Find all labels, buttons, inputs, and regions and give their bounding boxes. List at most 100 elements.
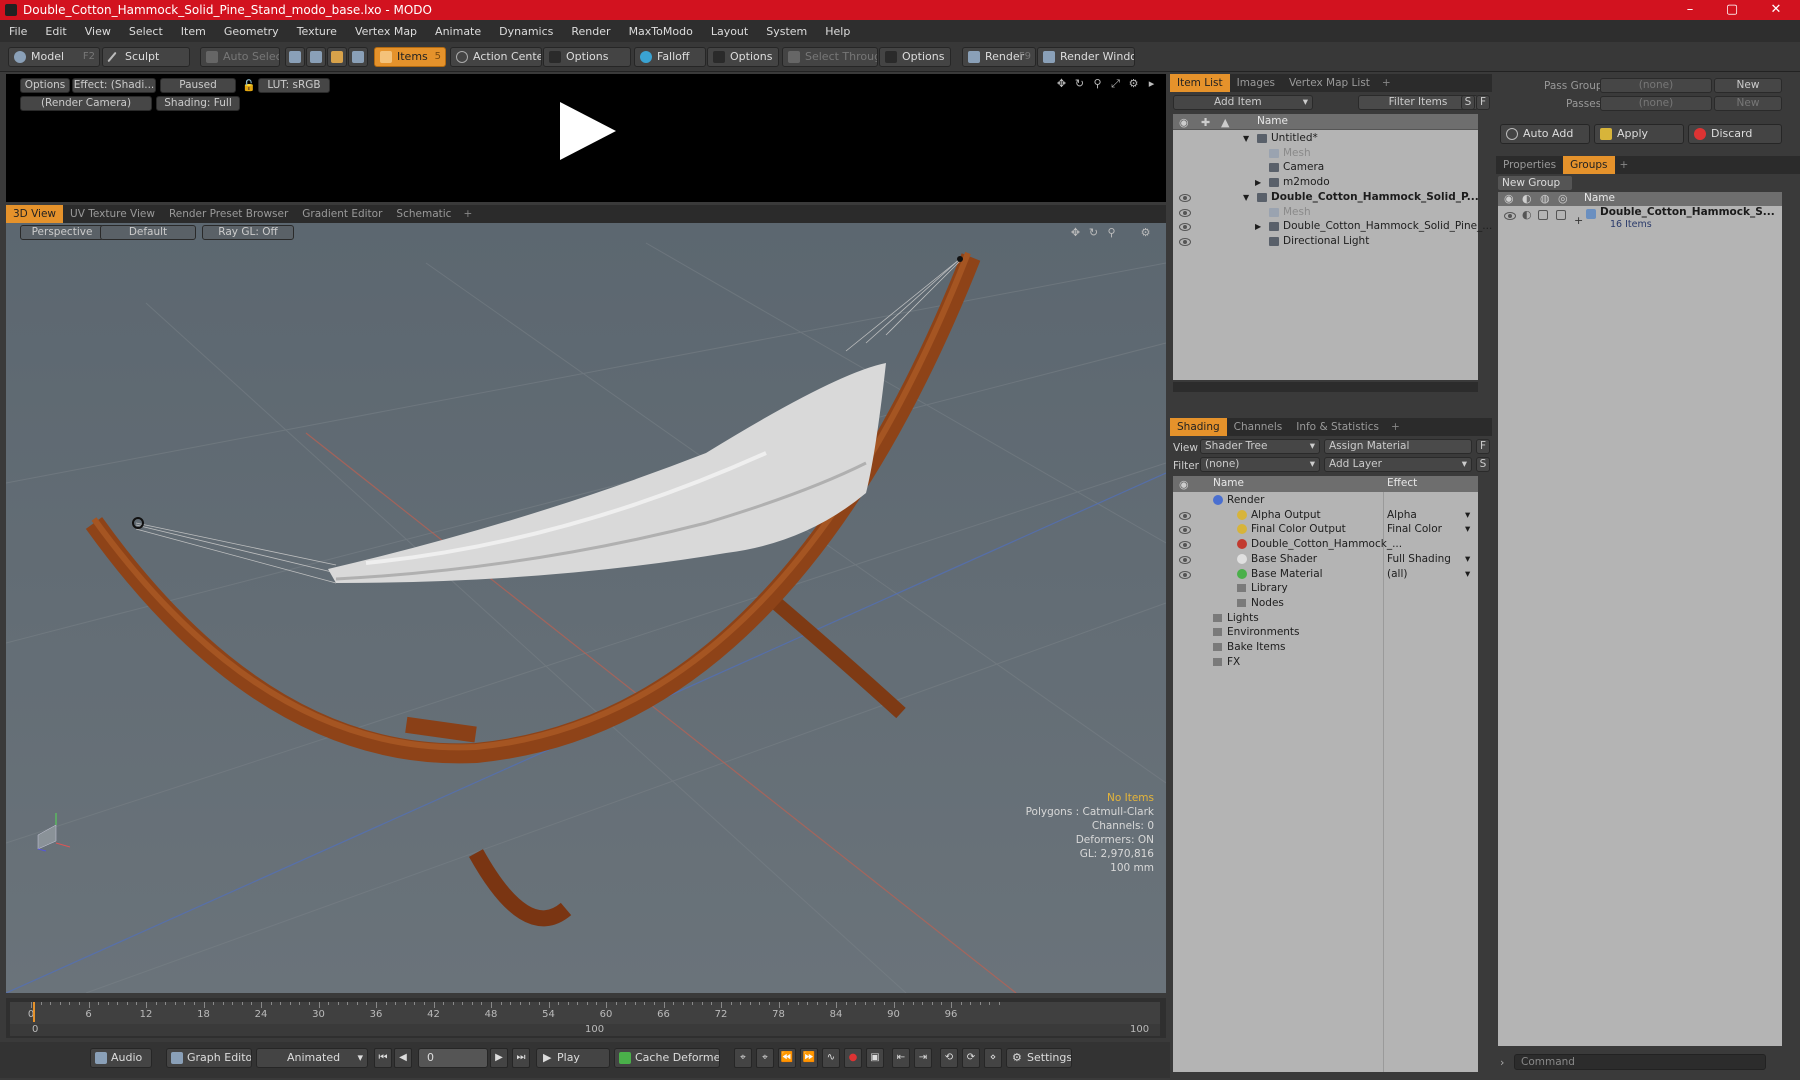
shading-s-button[interactable]: S — [1476, 457, 1490, 472]
timeline[interactable]: 0 6 12 18 24 30 36 42 48 54 60 66 72 78 84 90 96 0 100 1… — [6, 998, 1166, 1038]
materials-mode-button[interactable] — [348, 47, 368, 67]
groups-list[interactable]: ◐ + Double_Cotton_Hammock_S... 16 Items — [1498, 206, 1782, 1046]
preview-effect-dropdown[interactable]: Effect: (Shadi... — [72, 78, 156, 93]
command-input[interactable]: Command — [1514, 1054, 1766, 1070]
menu-render[interactable]: Render — [562, 25, 619, 38]
render-button[interactable]: Render F9 — [962, 47, 1036, 67]
filter-dropdown[interactable]: (none) ▾ — [1200, 457, 1320, 472]
add-tab-icon[interactable]: + — [1615, 159, 1634, 171]
select-through-options-button[interactable]: Options — [879, 47, 951, 67]
tab-gradient-editor[interactable]: Gradient Editor — [295, 205, 389, 223]
tab-groups[interactable]: Groups — [1563, 156, 1615, 174]
auto-key-icon[interactable]: ∿ — [822, 1048, 840, 1068]
render-camera-dropdown[interactable]: (Render Camera) — [20, 96, 152, 111]
maximize-button[interactable]: ▢ — [1712, 0, 1752, 20]
tab-shading[interactable]: Shading — [1170, 418, 1227, 436]
apply-button[interactable]: Apply — [1594, 124, 1684, 144]
move-icon[interactable]: ✥ — [1056, 78, 1067, 89]
menu-vertex-map[interactable]: Vertex Map — [346, 25, 426, 38]
eye-icon[interactable] — [1179, 526, 1191, 535]
add-tab-icon[interactable]: + — [1386, 421, 1405, 433]
snap-icon[interactable]: ⋄ — [984, 1048, 1002, 1068]
eye-icon[interactable] — [1504, 212, 1516, 220]
group-name[interactable]: Double_Cotton_Hammock_S... — [1600, 206, 1775, 218]
menu-item[interactable]: Item — [172, 25, 215, 38]
shader-row[interactable]: FX — [1173, 654, 1478, 671]
item-list-scrollbar[interactable] — [1173, 382, 1478, 392]
settings-button[interactable]: ⚙ Settings — [1006, 1048, 1072, 1068]
select-through-button[interactable]: Select Through — [782, 47, 878, 67]
skip-start-button[interactable]: ⏮ — [374, 1048, 392, 1068]
tab-properties[interactable]: Properties — [1496, 156, 1563, 174]
tab-channels[interactable]: Channels — [1227, 418, 1290, 436]
new-pass-button[interactable]: New — [1714, 96, 1782, 111]
action-center-options-button[interactable]: Options — [543, 47, 631, 67]
prev-key-icon[interactable]: ⏪ — [778, 1048, 796, 1068]
eye-icon[interactable] — [1179, 541, 1191, 550]
skip-end-button[interactable]: ⏭ — [512, 1048, 530, 1068]
assign-material-input[interactable]: Assign Material — [1324, 439, 1472, 454]
next-key-icon[interactable]: ⏩ — [800, 1048, 818, 1068]
eye-icon[interactable] — [1179, 555, 1191, 564]
tab-item-list[interactable]: Item List — [1170, 74, 1230, 92]
shading-mode-dropdown[interactable]: Shading: Full — [156, 96, 240, 111]
falloff-options-button[interactable]: Options — [707, 47, 779, 67]
preview-options-button[interactable]: Options — [20, 78, 70, 93]
menu-animate[interactable]: Animate — [426, 25, 490, 38]
action-center-button[interactable]: Action Center — [450, 47, 542, 67]
minimize-button[interactable]: – — [1670, 0, 1710, 20]
items-mode-button[interactable]: Items 5 — [374, 47, 446, 67]
sculpt-mode-button[interactable]: Sculpt — [102, 47, 190, 67]
tab-render-preset-browser[interactable]: Render Preset Browser — [162, 205, 295, 223]
add-item-button[interactable]: Add Item ▾ — [1173, 95, 1313, 110]
key-options-icon[interactable]: ▣ — [866, 1048, 884, 1068]
arrow-right-icon[interactable]: ▸ — [1146, 78, 1157, 89]
gear-icon[interactable]: ⚙ — [1128, 78, 1139, 89]
play-button[interactable]: ▶ Play — [536, 1048, 610, 1068]
lock-checkbox[interactable] — [1538, 210, 1548, 220]
add-layer-dropdown[interactable]: Add Layer ▾ — [1324, 457, 1472, 472]
animated-dropdown[interactable]: Animated ▾ — [256, 1048, 368, 1068]
menu-system[interactable]: System — [757, 25, 816, 38]
current-frame-input[interactable]: 0 — [418, 1048, 488, 1068]
menu-texture[interactable]: Texture — [288, 25, 346, 38]
menu-edit[interactable]: Edit — [36, 25, 75, 38]
passes-dropdown[interactable]: (none) — [1600, 96, 1712, 111]
maximize-icon[interactable]: ⤢ — [1110, 78, 1121, 89]
menu-select[interactable]: Select — [120, 25, 172, 38]
falloff-button[interactable]: Falloff — [634, 47, 706, 67]
select-checkbox[interactable] — [1556, 210, 1566, 220]
polygons-mode-button[interactable] — [327, 47, 347, 67]
eye-icon[interactable] — [1179, 223, 1191, 232]
play-icon[interactable] — [554, 98, 620, 164]
add-tab-icon[interactable]: + — [458, 208, 477, 220]
step-key-forward-icon[interactable]: ⇥ — [914, 1048, 932, 1068]
preview-paused-toggle[interactable]: Paused — [160, 78, 236, 93]
menu-file[interactable]: File — [0, 25, 36, 38]
render-toggle-icon[interactable]: ◐ — [1522, 208, 1532, 221]
lut-dropdown[interactable]: LUT: sRGB — [258, 78, 330, 93]
shader-tree[interactable]: Render Alpha Output Alpha ▾ Final Color Outp… — [1173, 492, 1478, 1072]
tab-images[interactable]: Images — [1230, 74, 1282, 92]
tab-uv-texture-view[interactable]: UV Texture View — [63, 205, 162, 223]
menu-help[interactable]: Help — [816, 25, 859, 38]
menu-layout[interactable]: Layout — [702, 25, 757, 38]
loop-icon[interactable]: ⟲ — [940, 1048, 958, 1068]
shading-f-button[interactable]: F — [1476, 439, 1490, 454]
key-all-icon[interactable]: ⌖ — [756, 1048, 774, 1068]
auto-add-button[interactable]: Auto Add — [1500, 124, 1590, 144]
timeline-range-bar[interactable]: 0 100 100 — [10, 1024, 1160, 1036]
new-pass-group-button[interactable]: New — [1714, 78, 1782, 93]
cache-deformers-button[interactable]: Cache Deformers — [614, 1048, 720, 1068]
vertices-mode-button[interactable] — [285, 47, 305, 67]
tab-info-statistics[interactable]: Info & Statistics — [1289, 418, 1386, 436]
menu-dynamics[interactable]: Dynamics — [490, 25, 562, 38]
menu-view[interactable]: View — [76, 25, 120, 38]
lock-icon[interactable]: 🔓 — [242, 80, 256, 91]
item-row[interactable]: Directional Light — [1173, 233, 1478, 250]
eye-icon[interactable] — [1179, 237, 1191, 246]
pass-groups-dropdown[interactable]: (none) — [1600, 78, 1712, 93]
step-key-back-icon[interactable]: ⇤ — [892, 1048, 910, 1068]
discard-button[interactable]: Discard — [1688, 124, 1782, 144]
eye-icon[interactable] — [1179, 193, 1191, 202]
